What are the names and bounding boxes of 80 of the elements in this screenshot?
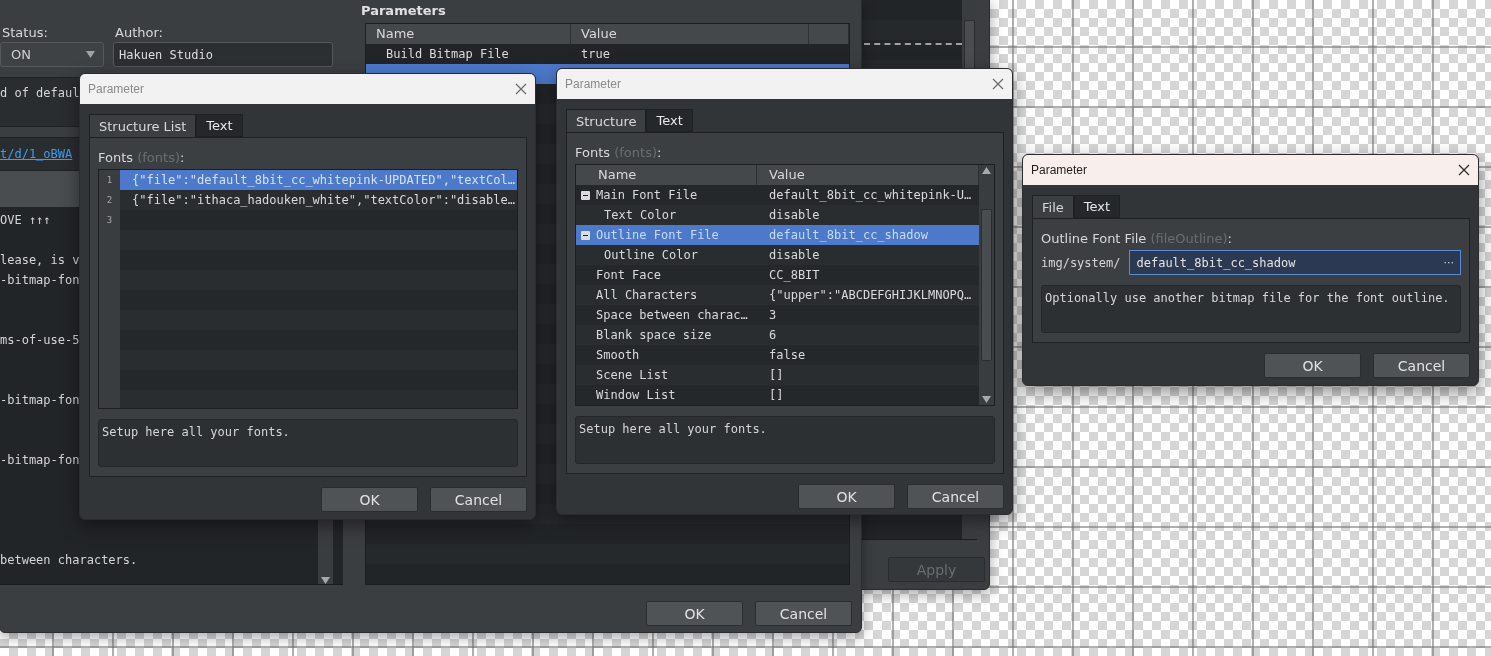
link[interactable]: t/d/1_oBWA (0, 147, 73, 161)
table-cell-text: true (580, 46, 611, 63)
tree-cell-text: All Characters (596, 287, 698, 304)
window-title: Parameter (565, 77, 622, 91)
tab[interactable]: Structure (566, 109, 647, 132)
help-text: OVE ↑↑↑ (0, 212, 51, 229)
tree-cell-text: default_8bit_cc_whitepink-U… (768, 187, 973, 204)
tree-cell-text: Blank space size (596, 327, 712, 344)
tree-cell-text: Font Face (596, 267, 662, 284)
tree-row[interactable]: Text Color disable (576, 205, 979, 225)
tree-row[interactable]: Blank space size 6 (576, 325, 979, 345)
tree-cell-text: disable (768, 247, 821, 264)
tree-cell-text: Main Font File (596, 187, 698, 204)
tree-cell-text: {"upper":"ABCDEFGHIJKLMNOPQ… (768, 287, 973, 304)
collapse-icon[interactable] (581, 190, 590, 200)
help-text: -bitmap-fon (0, 272, 80, 289)
cancel-button[interactable]: Cancel (907, 484, 1004, 509)
tab[interactable]: Text (646, 109, 693, 132)
tree-cell-text: Space between charac… (596, 307, 748, 324)
description-text: Setup here all your fonts. (98, 419, 518, 467)
cancel-button[interactable]: Cancel (1373, 353, 1470, 378)
collapse-icon[interactable] (581, 230, 590, 240)
tree-cell-text: Outline Font File (596, 227, 719, 244)
cancel-button[interactable]: Cancel (755, 601, 852, 626)
parameters-title: Parameters (360, 2, 447, 20)
tab[interactable]: File (1032, 195, 1074, 218)
author-label: Author: (114, 24, 164, 42)
parameter-row[interactable]: Build Bitmap File true (366, 44, 849, 64)
help-text: -bitmap-fon (0, 452, 80, 469)
list-row[interactable]: {"file":"ithaca_hadouken_white","textColor":"disable… (120, 190, 517, 210)
tab[interactable]: Text (1073, 195, 1121, 218)
column-header[interactable]: Value (571, 24, 809, 44)
cancel-button[interactable]: Cancel (430, 487, 527, 512)
tree-cell-text: 6 (768, 327, 778, 344)
tree-row[interactable]: All Characters {"upper":"ABCDEFGHIJKLMNOPQ… (576, 285, 979, 305)
browse-button[interactable]: ··· (1443, 256, 1454, 269)
ok-button[interactable]: OK (1264, 353, 1361, 378)
tree-cell-text: default_8bit_cc_shadow (768, 227, 929, 244)
scroll-up-icon[interactable] (982, 167, 991, 174)
status-label: Status: (1, 24, 49, 42)
tab[interactable]: Structure List (89, 114, 197, 137)
window-title: Parameter (1031, 163, 1088, 177)
tree-cell-text: Outline Color (604, 247, 698, 264)
help-text: -bitmap-fon (0, 392, 80, 409)
tree-cell-text: CC_8BIT (768, 267, 821, 284)
tree-cell-text: Text Color (604, 207, 677, 224)
tree-cell-text: false (768, 347, 807, 364)
line-number: 1 (105, 174, 114, 187)
tree-cell-text: [] (768, 367, 785, 384)
status-dropdown[interactable]: ON (0, 42, 104, 67)
caret-icon (86, 51, 95, 58)
window-title: Parameter (88, 82, 145, 96)
tree-cell-text: Window List (596, 387, 676, 404)
tree-cell-text: Smooth (596, 347, 640, 364)
scroll-thumb[interactable] (981, 209, 992, 361)
description-text: Setup here all your fonts. (575, 416, 995, 464)
tree-cell-text: Scene List (596, 367, 669, 384)
help-text: between characters. (0, 552, 138, 569)
tab[interactable]: Text (196, 114, 243, 137)
table-cell-text: Build Bitmap File (385, 46, 510, 63)
tree-row[interactable]: Scene List [] (576, 365, 979, 385)
line-number: 3 (105, 214, 114, 227)
scroll-down-icon[interactable] (982, 396, 991, 403)
tree-cell-text: disable (768, 207, 821, 224)
ok-button[interactable]: OK (646, 601, 743, 626)
path-prefix: img/system/ (1041, 255, 1121, 270)
description-text: Optionally use another bitmap file for the font outline. (1041, 285, 1461, 333)
scroll-down-icon[interactable] (321, 577, 330, 584)
column-header[interactable]: Name (366, 24, 571, 44)
close-icon[interactable] (1458, 164, 1470, 176)
tree-cell-text: [] (768, 387, 785, 404)
ok-button[interactable]: OK (798, 484, 895, 509)
help-text: lease, is v (0, 252, 80, 269)
tree-cell-text: 3 (768, 307, 778, 324)
help-text: ms-of-use-5 (0, 332, 80, 349)
author-field[interactable]: Hakuen Studio (113, 42, 333, 67)
ok-button[interactable]: OK (321, 487, 418, 512)
line-number: 2 (105, 194, 114, 207)
file-input-field[interactable]: default_8bit_cc_shadow ··· (1129, 250, 1461, 275)
tree-row[interactable]: Outline Color disable (576, 245, 979, 265)
